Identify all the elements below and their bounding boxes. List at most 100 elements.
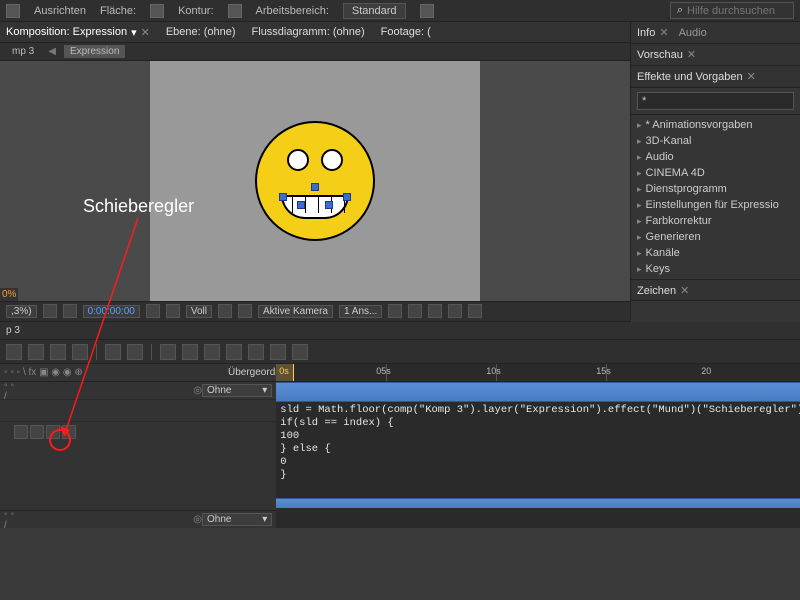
tab-composition[interactable]: Komposition: Expression▾✕ [6, 26, 150, 39]
handle-icon[interactable] [343, 193, 351, 201]
handle-icon[interactable] [311, 183, 319, 191]
timeline-columns-header: ◦ ◦ ◦ \ fx ▣ ◉ ◉ ⊕ Übergeordnet [0, 364, 276, 382]
tool-icon[interactable] [226, 344, 242, 360]
handle-icon[interactable] [325, 201, 333, 209]
composition-viewport[interactable]: 0% [0, 61, 630, 301]
dropdown-icon[interactable]: ▾ [131, 26, 137, 39]
preset-item[interactable]: ▸Audio [631, 149, 800, 165]
smiley-layer[interactable] [255, 121, 375, 241]
align-icon[interactable] [6, 4, 20, 18]
guides-icon[interactable] [63, 304, 77, 318]
close-icon[interactable]: ✕ [680, 285, 689, 297]
workspace-icon[interactable] [420, 4, 434, 18]
parent-select[interactable]: Ohne▾ [202, 384, 272, 397]
tool-icon[interactable] [270, 344, 286, 360]
layer-row[interactable]: ◦ ◦ / ◎ Ohne▾ [0, 510, 276, 528]
refresh-icon[interactable] [468, 304, 482, 318]
timeline-panel: p 3 ◦ ◦ ◦ \ fx ▣ ◉ ◉ ⊕ Übergeordnet ◦ ◦ … [0, 322, 800, 528]
zoom-select[interactable]: ,3%) [6, 305, 37, 318]
close-icon[interactable]: ✕ [747, 71, 756, 83]
canvas[interactable] [150, 61, 480, 301]
tool-icon[interactable] [72, 344, 88, 360]
preset-item[interactable]: ▸CINEMA 4D [631, 165, 800, 181]
handle-icon[interactable] [297, 201, 305, 209]
info-audio-header: Info✕ Audio [631, 22, 800, 44]
mouth-layer[interactable] [281, 195, 349, 219]
tool-icon[interactable] [6, 344, 22, 360]
tab-ebene[interactable]: Ebene: (ohne) [166, 26, 236, 38]
camera-select[interactable]: Aktive Kamera [258, 305, 333, 318]
fill-label: Fläche: [100, 5, 136, 17]
preset-item[interactable]: ▸3D-Kanal [631, 133, 800, 149]
expression-toggle-icon[interactable] [14, 425, 28, 439]
timeline-layer-panel: ◦ ◦ ◦ \ fx ▣ ◉ ◉ ⊕ Übergeordnet ◦ ◦ / ◎ … [0, 364, 276, 528]
chevron-down-icon: ▾ [262, 385, 267, 396]
flowchart-icon[interactable] [448, 304, 462, 318]
tool-icon[interactable] [182, 344, 198, 360]
fast-preview-icon[interactable] [408, 304, 422, 318]
time-ruler[interactable]: 0s 05s 10s 15s 20 [276, 364, 800, 382]
snapshot-icon[interactable] [146, 304, 160, 318]
tool-icon[interactable] [248, 344, 264, 360]
tool-icon[interactable] [292, 344, 308, 360]
tab-zeichen[interactable]: Zeichen✕ [637, 284, 689, 297]
layer-track-bar[interactable] [276, 382, 800, 402]
resolution-select[interactable]: Voll [186, 305, 212, 318]
expression-editor[interactable]: sld = Math.floor(comp("Komp 3").layer("E… [276, 402, 800, 482]
tool-icon[interactable] [50, 344, 66, 360]
tool-icon[interactable] [127, 344, 143, 360]
viewport-zoom-pct: 0% [0, 288, 18, 301]
pickwhip-icon[interactable]: ◎ [193, 385, 202, 396]
preset-item[interactable]: ▸Generieren [631, 229, 800, 245]
preset-item[interactable]: ▸Keys [631, 261, 800, 277]
help-search[interactable]: ⌕ [670, 2, 794, 19]
tab-audio[interactable]: Audio [679, 27, 707, 39]
tool-icon[interactable] [204, 344, 220, 360]
layer-track-bar[interactable] [276, 498, 800, 508]
views-select[interactable]: 1 Ans... [339, 305, 382, 318]
timeline-tabs: p 3 [0, 322, 800, 340]
layer-row[interactable]: ◦ ◦ / ◎ Ohne▾ [0, 382, 276, 400]
close-icon[interactable]: ✕ [687, 49, 696, 61]
channels-icon[interactable] [166, 304, 180, 318]
stroke-swatch[interactable] [228, 4, 242, 18]
tab-footage[interactable]: Footage: ( [381, 26, 431, 38]
composition-tabs: Komposition: Expression▾✕ Ebene: (ohne) … [0, 22, 630, 43]
transparency-icon[interactable] [238, 304, 252, 318]
effects-search-input[interactable] [637, 92, 794, 110]
breadcrumb-expression[interactable]: Expression [64, 45, 125, 58]
timeline-icon[interactable] [428, 304, 442, 318]
close-icon[interactable]: ✕ [141, 26, 150, 39]
eye-right [321, 149, 343, 171]
timeline-tab[interactable]: p 3 [6, 325, 20, 336]
preset-item[interactable]: ▸* Animationsvorgaben [631, 117, 800, 133]
help-search-input[interactable] [687, 5, 787, 17]
roi-icon[interactable] [218, 304, 232, 318]
pixel-aspect-icon[interactable] [388, 304, 402, 318]
workspace-select[interactable]: Standard [343, 3, 406, 19]
fill-swatch[interactable] [150, 4, 164, 18]
preset-item[interactable]: ▸Kanäle [631, 245, 800, 261]
tool-icon[interactable] [105, 344, 121, 360]
handle-icon[interactable] [279, 193, 287, 201]
grid-icon[interactable] [43, 304, 57, 318]
pickwhip-icon[interactable]: ◎ [193, 514, 202, 525]
tab-info[interactable]: Info✕ [637, 26, 669, 39]
tab-effects[interactable]: Effekte und Vorgaben✕ [637, 70, 756, 83]
tool-icon[interactable] [28, 344, 44, 360]
close-icon[interactable]: ✕ [659, 27, 668, 39]
timeline-tracks[interactable]: 0s 05s 10s 15s 20 sld = Math.floor(comp(… [276, 364, 800, 528]
tab-flussdiagramm[interactable]: Flussdiagramm: (ohne) [252, 26, 365, 38]
preset-item[interactable]: ▸Farbkorrektur [631, 213, 800, 229]
parent-select[interactable]: Ohne▾ [202, 513, 272, 526]
composition-breadcrumb: mp 3 ◀ Expression [0, 43, 630, 60]
timecode-field[interactable]: 0:00:00:00 [83, 305, 140, 318]
graph-icon[interactable] [30, 425, 44, 439]
tool-icon[interactable] [160, 344, 176, 360]
breadcrumb-komp3[interactable]: mp 3 [6, 45, 40, 58]
preset-item[interactable]: ▸Dienstprogramm [631, 181, 800, 197]
tab-preview[interactable]: Vorschau✕ [637, 48, 696, 61]
playhead[interactable]: 0s [276, 364, 294, 381]
preset-item[interactable]: ▸Einstellungen für Expressio [631, 197, 800, 213]
chevron-down-icon: ▾ [262, 514, 267, 525]
